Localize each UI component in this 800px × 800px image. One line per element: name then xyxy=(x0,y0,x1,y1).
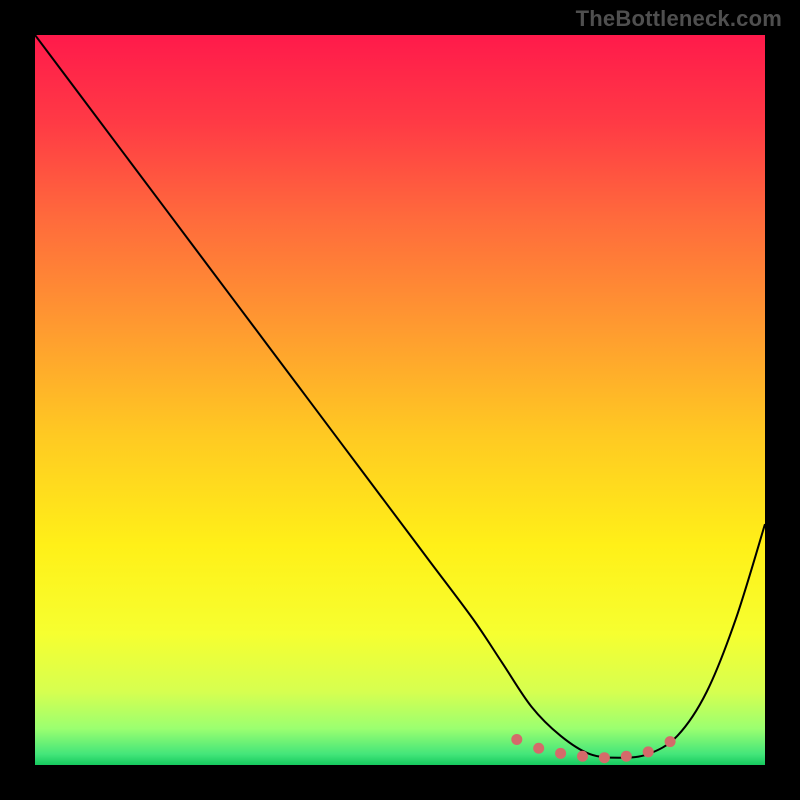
highlight-marker xyxy=(643,746,654,757)
highlight-marker xyxy=(511,734,522,745)
highlight-marker xyxy=(621,751,632,762)
highlight-marker xyxy=(533,743,544,754)
highlight-marker xyxy=(577,751,588,762)
plot-area xyxy=(35,35,765,765)
watermark-text: TheBottleneck.com xyxy=(576,6,782,32)
highlight-marker xyxy=(599,752,610,763)
marker-layer xyxy=(35,35,765,765)
highlight-marker xyxy=(665,736,676,747)
highlight-marker xyxy=(555,748,566,759)
chart-stage: TheBottleneck.com xyxy=(0,0,800,800)
